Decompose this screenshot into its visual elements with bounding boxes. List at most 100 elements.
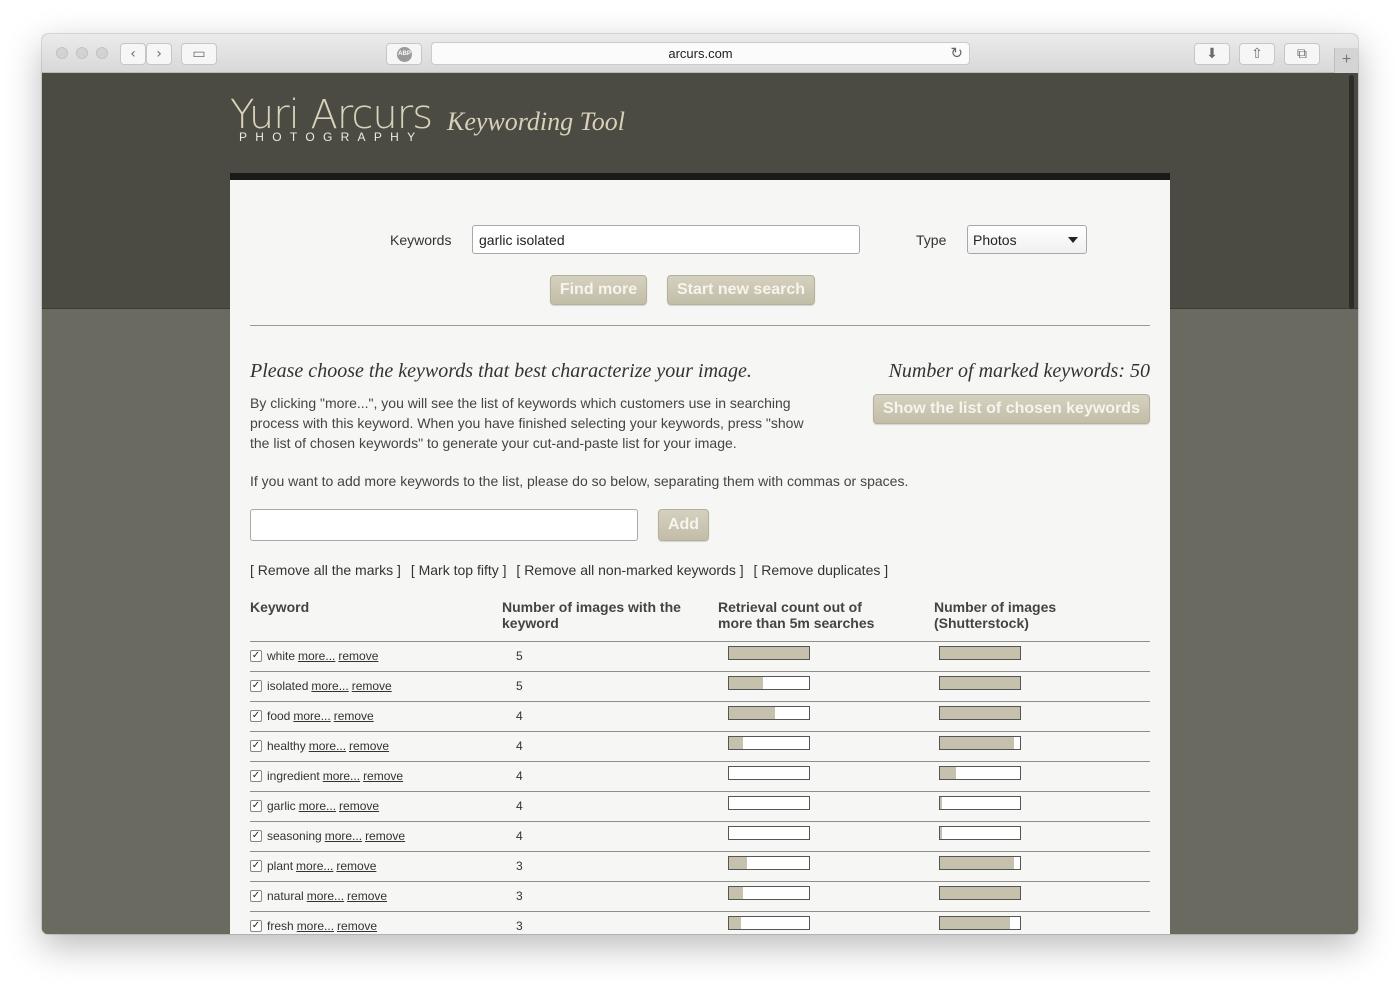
more-link[interactable]: more... — [309, 739, 346, 753]
shutterstock-bar — [939, 676, 1021, 690]
sidebar-toggle-button[interactable]: ▭ — [181, 43, 217, 65]
keyword-checkbox[interactable]: ✓ — [250, 800, 262, 812]
shutterstock-bar-fill — [940, 707, 1020, 719]
mark-top-fifty-link[interactable]: [ Mark top fifty ] — [411, 562, 507, 578]
shutterstock-bar-fill — [940, 887, 1020, 899]
share-button[interactable]: ⇧ — [1239, 43, 1275, 65]
keyword-checkbox[interactable]: ✓ — [250, 770, 262, 782]
more-link[interactable]: more... — [296, 859, 333, 873]
more-link[interactable]: more... — [325, 829, 362, 843]
retrieval-bar — [728, 856, 810, 870]
column-header-images: Number of images with the keyword — [502, 599, 681, 631]
column-header-keyword: Keyword — [250, 599, 310, 615]
remove-link[interactable]: remove — [347, 889, 387, 903]
keyword-checkbox[interactable]: ✓ — [250, 920, 262, 932]
add-button[interactable]: Add — [658, 509, 709, 541]
minimize-window-button[interactable] — [76, 47, 88, 59]
remove-duplicates-link[interactable]: [ Remove duplicates ] — [754, 562, 889, 578]
main-content: Keywords garlic isolated Type Photos Fin… — [230, 173, 1170, 934]
add-keywords-input[interactable] — [250, 509, 638, 541]
chevron-right-icon: › — [156, 46, 162, 62]
more-link[interactable]: more... — [307, 889, 344, 903]
retrieval-bar-fill — [729, 917, 741, 929]
shutterstock-bar-fill — [940, 767, 956, 779]
keyword-cell: natural more... remove — [267, 889, 387, 903]
keyword-checkbox[interactable]: ✓ — [250, 740, 262, 752]
keyword-cell: isolated more... remove — [267, 679, 392, 693]
more-link[interactable]: more... — [297, 919, 334, 933]
show-tabs-button[interactable]: ⧉ — [1284, 43, 1320, 65]
more-link[interactable]: more... — [293, 709, 330, 723]
keyword-cell: seasoning more... remove — [267, 829, 405, 843]
keyword-cell: white more... remove — [267, 649, 378, 663]
more-link[interactable]: more... — [311, 679, 348, 693]
remove-all-marks-link[interactable]: [ Remove all the marks ] — [250, 562, 401, 578]
table-row: ✓ fresh more... remove 3 — [250, 911, 1150, 934]
more-link[interactable]: more... — [323, 769, 360, 783]
downloads-button[interactable]: ⬇ — [1194, 43, 1230, 65]
forward-button[interactable]: › — [146, 43, 172, 65]
shutterstock-bar-fill — [940, 737, 1015, 749]
remove-link[interactable]: remove — [339, 799, 379, 813]
table-row: ✓ plant more... remove 3 — [250, 851, 1150, 881]
keyword-name: isolated — [267, 679, 309, 693]
table-row: ✓ garlic more... remove 4 — [250, 791, 1150, 821]
address-url: arcurs.com — [668, 46, 733, 61]
adblock-icon: ABP — [397, 47, 412, 62]
shutterstock-bar — [939, 706, 1021, 720]
keyword-checkbox[interactable]: ✓ — [250, 890, 262, 902]
remove-link[interactable]: remove — [352, 679, 392, 693]
back-button[interactable]: ‹ — [120, 43, 146, 65]
keyword-cell: fresh more... remove — [267, 919, 377, 933]
retrieval-bar-fill — [729, 647, 809, 659]
retrieval-bar-fill — [729, 677, 763, 689]
adblock-button[interactable]: ABP — [386, 43, 422, 65]
keyword-name: natural — [267, 889, 304, 903]
type-label: Type — [916, 232, 947, 248]
zoom-window-button[interactable] — [96, 47, 108, 59]
remove-link[interactable]: remove — [338, 649, 378, 663]
remove-link[interactable]: remove — [365, 829, 405, 843]
remove-link[interactable]: remove — [334, 709, 374, 723]
retrieval-bar-fill — [729, 887, 744, 899]
keyword-checkbox[interactable]: ✓ — [250, 830, 262, 842]
more-link[interactable]: more... — [299, 799, 336, 813]
image-count: 4 — [516, 769, 523, 783]
reload-icon[interactable]: ↻ — [950, 44, 963, 62]
column-header-retrieval: Retrieval count out of more than 5m sear… — [718, 599, 875, 631]
keyword-checkbox[interactable]: ✓ — [250, 860, 262, 872]
image-count: 4 — [516, 829, 523, 843]
keyword-checkbox[interactable]: ✓ — [250, 710, 262, 722]
show-chosen-keywords-button[interactable]: Show the list of chosen keywords — [873, 394, 1150, 424]
type-select[interactable]: Photos — [967, 225, 1087, 254]
start-new-search-button[interactable]: Start new search — [667, 275, 815, 305]
address-bar[interactable]: arcurs.com ↻ — [431, 42, 970, 65]
keyword-name: seasoning — [267, 829, 322, 843]
table-row: ✓ white more... remove 5 — [250, 641, 1150, 671]
keyword-checkbox[interactable]: ✓ — [250, 650, 262, 662]
remove-link[interactable]: remove — [349, 739, 389, 753]
new-tab-button[interactable]: + — [1334, 48, 1358, 73]
shutterstock-bar — [939, 646, 1021, 660]
plus-icon: + — [1341, 51, 1352, 68]
remove-link[interactable]: remove — [336, 859, 376, 873]
table-row: ✓ food more... remove 4 — [250, 701, 1150, 731]
keyword-checkbox[interactable]: ✓ — [250, 680, 262, 692]
keywords-input[interactable]: garlic isolated — [472, 225, 860, 254]
keyword-name: garlic — [267, 799, 296, 813]
remove-link[interactable]: remove — [363, 769, 403, 783]
chevron-down-icon — [1068, 237, 1078, 243]
more-link[interactable]: more... — [298, 649, 335, 663]
type-select-value: Photos — [973, 232, 1017, 248]
close-window-button[interactable] — [56, 47, 68, 59]
keyword-cell: garlic more... remove — [267, 799, 379, 813]
retrieval-bar — [728, 736, 810, 750]
image-count: 3 — [516, 859, 523, 873]
scrollbar[interactable] — [1349, 75, 1354, 309]
browser-window: ‹ › ▭ ABP arcurs.com ↻ ⬇ ⇧ ⧉ + Yuri Arcu… — [42, 34, 1358, 934]
remove-link[interactable]: remove — [337, 919, 377, 933]
image-count: 3 — [516, 919, 523, 933]
find-more-button[interactable]: Find more — [550, 275, 647, 305]
image-count: 4 — [516, 709, 523, 723]
remove-non-marked-link[interactable]: [ Remove all non-marked keywords ] — [516, 562, 743, 578]
